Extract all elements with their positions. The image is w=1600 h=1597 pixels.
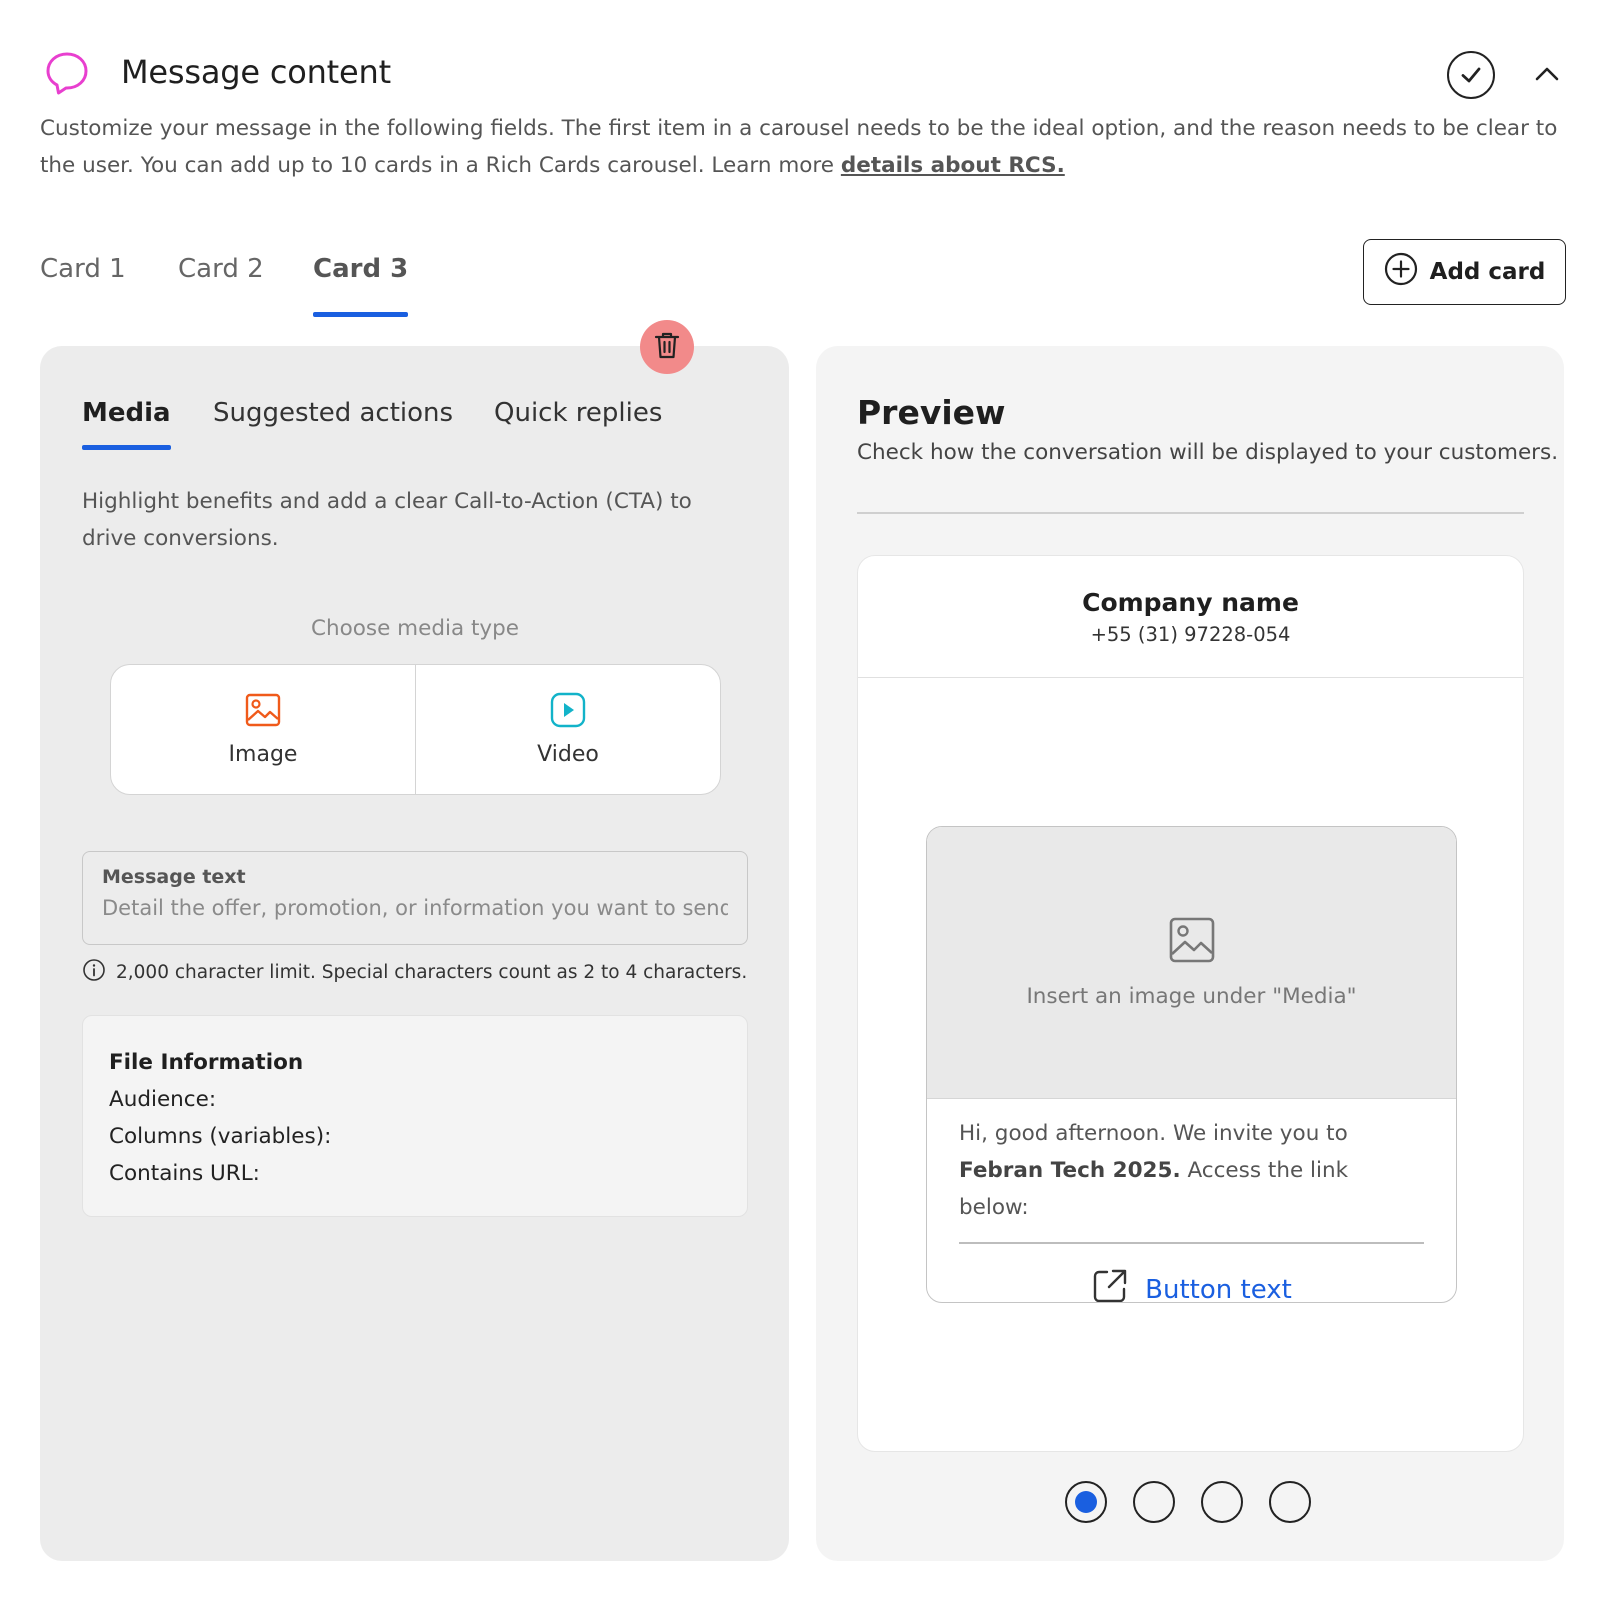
speech-bubble-icon — [44, 50, 90, 96]
company-phone: +55 (31) 97228-054 — [1090, 622, 1291, 646]
conversation-header: Company name +55 (31) 97228-054 — [858, 556, 1523, 678]
character-limit-text: 2,000 character limit. Special character… — [116, 962, 748, 983]
media-option-image[interactable]: Image — [111, 665, 415, 794]
plus-circle-icon — [1384, 252, 1418, 292]
chevron-up-icon[interactable] — [1530, 59, 1564, 89]
rich-card-media-placeholder: Insert an image under "Media" — [927, 827, 1456, 1099]
media-placeholder-text: Insert an image under "Media" — [1026, 984, 1357, 1009]
file-info-columns: Columns (variables): — [109, 1124, 332, 1149]
media-option-image-label: Image — [228, 742, 298, 767]
button-text: Button text — [1145, 1274, 1292, 1303]
media-type-selector: Image Video — [110, 664, 721, 795]
carousel-dot-1[interactable] — [1065, 1481, 1107, 1523]
external-link-icon — [1091, 1267, 1129, 1302]
file-information-box: File Information Audience: Columns (vari… — [82, 1015, 748, 1217]
file-info-title: File Information — [109, 1050, 304, 1075]
add-card-button[interactable]: Add card — [1363, 239, 1566, 305]
description-text: Customize your message in the following … — [40, 116, 1558, 178]
image-placeholder-icon — [1168, 916, 1216, 968]
tab-suggested-actions[interactable]: Suggested actions — [213, 398, 453, 428]
message-bold: Febran Tech 2025. — [959, 1158, 1181, 1183]
preview-title: Preview — [857, 393, 1006, 432]
info-icon — [82, 958, 106, 987]
media-option-video-label: Video — [537, 742, 599, 767]
video-play-icon — [549, 692, 587, 734]
carousel-dot-4[interactable] — [1269, 1481, 1311, 1523]
character-limit-hint: 2,000 character limit. Special character… — [82, 958, 747, 987]
message-text-input[interactable] — [102, 896, 728, 920]
message-intro: Hi, good afternoon. We invite you to — [959, 1121, 1348, 1146]
delete-card-button[interactable] — [640, 320, 694, 374]
message-text-field[interactable]: Message text — [82, 851, 748, 945]
message-text-label: Message text — [102, 866, 246, 888]
tab-card-1[interactable]: Card 1 — [40, 254, 126, 284]
carousel-dot-2[interactable] — [1133, 1481, 1175, 1523]
check-circle-icon[interactable] — [1447, 51, 1495, 99]
media-option-video[interactable]: Video — [415, 665, 720, 794]
tab-card-2[interactable]: Card 2 — [178, 254, 264, 284]
carousel-dot-3[interactable] — [1201, 1481, 1243, 1523]
add-card-label: Add card — [1429, 259, 1546, 285]
trash-icon — [653, 330, 681, 364]
tab-quick-replies[interactable]: Quick replies — [494, 398, 662, 428]
rich-card-action-button[interactable]: Button text — [927, 1244, 1456, 1303]
section-description: Customize your message in the following … — [40, 110, 1580, 184]
company-name: Company name — [1082, 587, 1299, 617]
image-icon — [244, 692, 282, 734]
file-info-contains-url: Contains URL: — [109, 1161, 260, 1186]
section-title: Message content — [121, 53, 391, 91]
choose-media-label: Choose media type — [310, 616, 520, 641]
rcs-details-link[interactable]: details about RCS. — [841, 153, 1065, 178]
media-description: Highlight benefits and add a clear Call-… — [82, 489, 692, 551]
tab-media[interactable]: Media — [82, 398, 171, 450]
preview-subtitle: Check how the conversation will be displ… — [857, 440, 1559, 465]
rich-card-preview: Insert an image under "Media" Hi, good a… — [926, 826, 1457, 1303]
preview-divider — [857, 512, 1524, 514]
tab-card-3[interactable]: Card 3 — [313, 254, 409, 317]
rich-card-message: Hi, good afternoon. We invite you to Feb… — [927, 1099, 1456, 1226]
file-info-audience: Audience: — [109, 1087, 217, 1112]
carousel-pagination — [0, 1481, 1600, 1525]
